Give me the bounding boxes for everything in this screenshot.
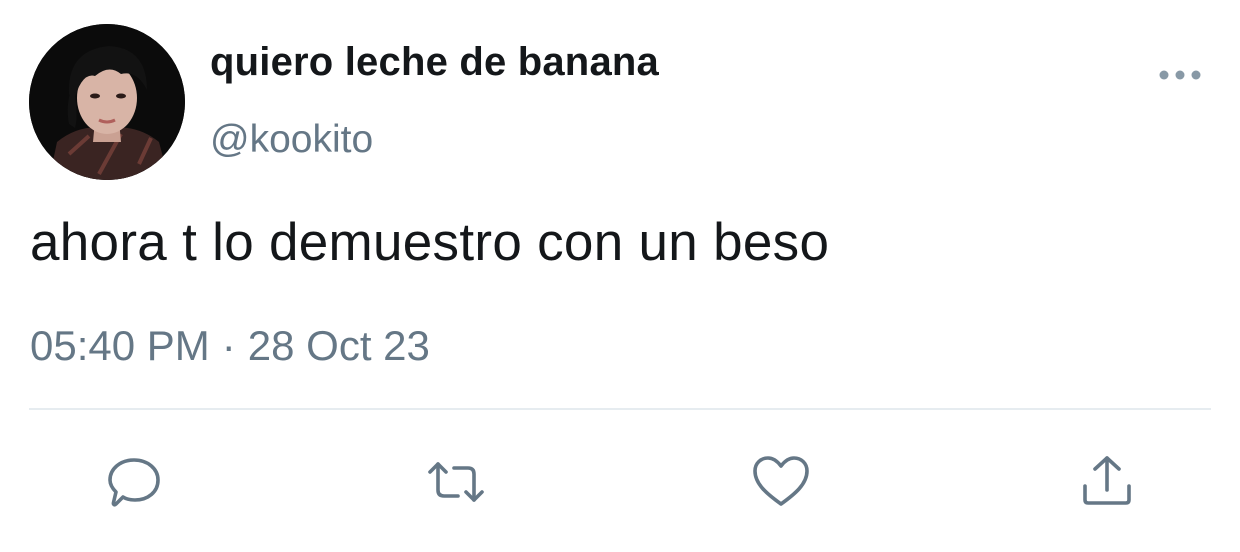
avatar[interactable] xyxy=(29,24,185,180)
heart-icon xyxy=(753,456,809,506)
tweet-text: ahora t lo demuestro con un beso xyxy=(30,213,830,272)
reply-button[interactable] xyxy=(104,452,164,512)
like-button[interactable] xyxy=(751,452,811,512)
user-handle[interactable]: @kookito xyxy=(210,118,373,162)
reply-bubble-icon xyxy=(108,458,160,507)
avatar-photo xyxy=(29,24,185,180)
display-name[interactable]: quiero leche de banana xyxy=(210,40,659,85)
share-button[interactable] xyxy=(1077,452,1137,512)
tweet-time: 05:40 PM xyxy=(30,322,210,369)
retweet-arrows-icon xyxy=(428,462,484,502)
divider xyxy=(29,408,1211,410)
more-dots-icon[interactable] xyxy=(1152,58,1208,92)
tweet-card: quiero leche de banana @kookito ahora t … xyxy=(0,0,1240,552)
retweet-button[interactable] xyxy=(426,452,486,512)
tweet-timestamp[interactable]: 05:40 PM · 28 Oct 23 xyxy=(30,322,430,370)
meta-separator: · xyxy=(221,322,236,369)
tweet-date: 28 Oct 23 xyxy=(247,322,430,369)
share-upload-icon xyxy=(1083,456,1131,505)
